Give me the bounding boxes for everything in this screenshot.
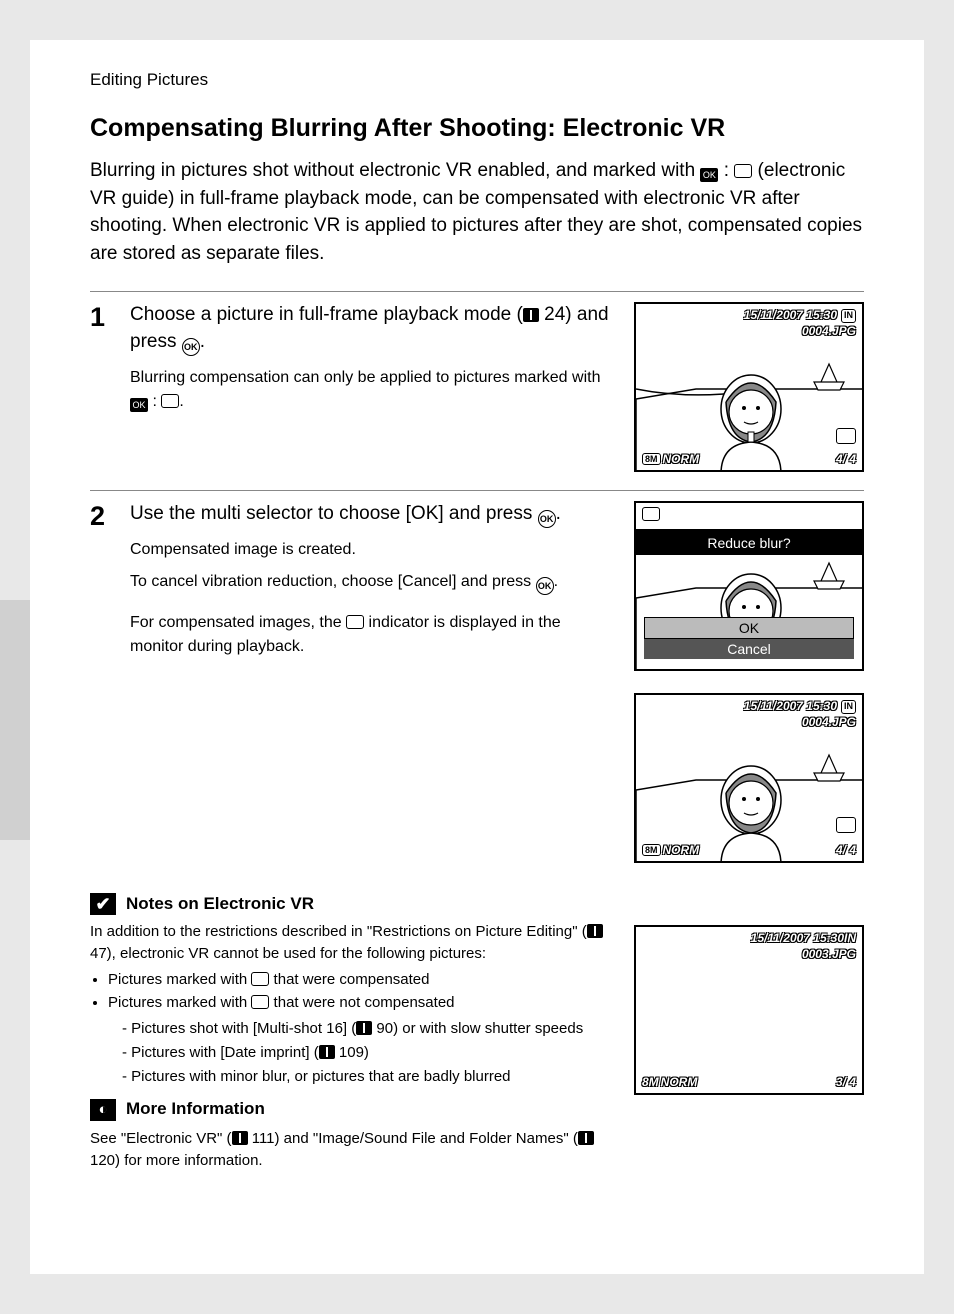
- step2-sub1: Compensated image is created.: [130, 538, 616, 562]
- step2-thumbnail-result: 15/11/2007 15:30 IN 0004.JPG 8MNORM 4/ 4: [634, 693, 864, 863]
- page-ref-icon: [232, 1131, 248, 1145]
- page-ref-icon: [578, 1131, 594, 1145]
- notes-thumbnail: 15/11/2007 15:30IN 0003.JPG 8MNORM 3/ 4: [634, 925, 864, 1095]
- intro-text: Blurring in pictures shot without electr…: [90, 157, 864, 267]
- page-title: Compensating Blurring After Shooting: El…: [90, 114, 864, 143]
- thumb-quality: NORM: [663, 843, 700, 857]
- thumb-filename: 0004.JPG: [802, 324, 856, 338]
- vr-guide-icon: [734, 164, 752, 178]
- step2-sub3: For compensated images, the indicator is…: [130, 611, 616, 659]
- step-1: 1 Choose a picture in full-frame playbac…: [90, 291, 864, 472]
- thumb-datetime: 15/11/2007 15:30: [744, 308, 837, 322]
- notes-body: In addition to the restrictions describe…: [90, 921, 616, 1171]
- page-ref-icon: [523, 308, 539, 322]
- mp-icon: 8M: [642, 453, 661, 465]
- notes-heading: Notes on Electronic VR: [126, 894, 314, 914]
- thumb-datetime: 15/11/2007 15:30: [751, 931, 844, 945]
- vr-guide-icon: [161, 394, 179, 408]
- mp-icon: 8M: [642, 1075, 659, 1089]
- page-ref-icon: [319, 1045, 335, 1059]
- check-icon: ✔: [90, 893, 116, 915]
- ok-button-icon: OK: [536, 577, 554, 595]
- page-ref-icon: [587, 924, 603, 938]
- dialog-ok: OK: [644, 617, 854, 639]
- dialog-prompt: Reduce blur?: [636, 535, 862, 551]
- thumb-filename: 0003.JPG: [802, 947, 856, 961]
- memory-icon: IN: [844, 931, 856, 945]
- thumb-filename: 0004.JPG: [802, 715, 856, 729]
- mp-icon: 8M: [642, 844, 661, 856]
- thumb-counter: 4/ 4: [836, 452, 856, 466]
- vr-applied-icon: [346, 615, 364, 629]
- thumb-datetime: 15/11/2007 15:30: [744, 699, 837, 713]
- page-content: Editing Pictures Compensating Blurring A…: [30, 40, 924, 1274]
- ok-badge-icon: OK: [130, 398, 148, 412]
- memory-icon: IN: [841, 700, 856, 714]
- ok-badge-icon: OK: [700, 168, 718, 182]
- step-number: 1: [90, 302, 114, 472]
- thumb-counter: 3/ 4: [836, 1075, 856, 1089]
- vr-applied-icon: [251, 972, 269, 986]
- thumb-quality: NORM: [663, 452, 700, 466]
- step-number: 2: [90, 501, 114, 863]
- thumb-quality: NORM: [661, 1075, 698, 1089]
- vr-na-icon: [251, 995, 269, 1009]
- vr-indicator-icon: [836, 428, 856, 444]
- step2-thumbnail-dialog: Reduce blur? OK Cancel: [634, 501, 864, 671]
- bulb-icon: ◐: [90, 1099, 116, 1121]
- section-label: Editing Pictures: [90, 70, 864, 90]
- more-info-heading: More Information: [126, 1097, 265, 1122]
- step1-sub: Blurring compensation can only be applie…: [130, 366, 616, 414]
- vr-applied-indicator-icon: [836, 817, 856, 833]
- vr-mode-icon: [642, 507, 660, 521]
- notes-section: ✔ Notes on Electronic VR In addition to …: [90, 893, 864, 1171]
- step-2: 2 Use the multi selector to choose [OK] …: [90, 490, 864, 863]
- step1-thumbnail: 15/11/2007 15:30 IN 0004.JPG 8MNORM 4/ 4: [634, 302, 864, 472]
- page-ref-icon: [356, 1021, 372, 1035]
- ok-button-icon: OK: [538, 510, 556, 528]
- thumb-counter: 4/ 4: [836, 843, 856, 857]
- side-tab: [0, 600, 30, 840]
- step2-main: Use the multi selector to choose [OK] an…: [130, 501, 616, 528]
- ok-button-icon: OK: [182, 338, 200, 356]
- step2-sub2: To cancel vibration reduction, choose [C…: [130, 570, 616, 595]
- memory-icon: IN: [841, 309, 856, 323]
- step1-main: Choose a picture in full-frame playback …: [130, 302, 616, 356]
- dialog-cancel: Cancel: [644, 639, 854, 659]
